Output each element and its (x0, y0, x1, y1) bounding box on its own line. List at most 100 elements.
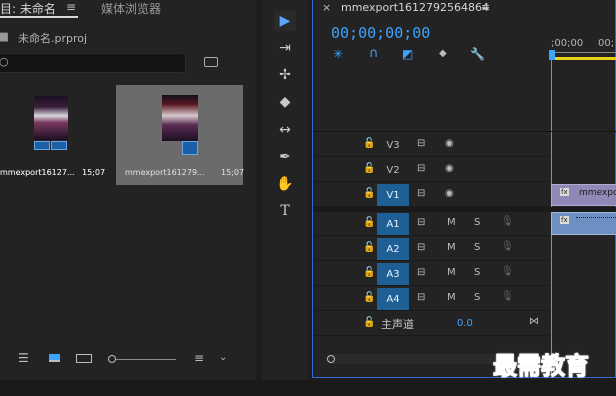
clip-type-badge-icon (182, 141, 198, 155)
sync-lock-icon[interactable]: ⊟ (417, 242, 425, 253)
sync-lock-icon[interactable]: ⊟ (417, 292, 425, 303)
track-label[interactable]: V3 (377, 134, 409, 156)
track-a3[interactable]: 🔓 A3 ⊟ M S 🎙 (313, 262, 549, 286)
chevron-down-icon[interactable]: ⌄ (219, 352, 227, 363)
eye-icon[interactable]: ◉ (445, 188, 454, 199)
go-to-end-icon[interactable]: ⋈ (529, 316, 539, 327)
master-volume-value[interactable]: 0.0 (457, 318, 473, 329)
ruler-label: 00; (598, 38, 615, 49)
clip-duration: 15;07 (221, 168, 245, 177)
eye-icon[interactable]: ◉ (445, 138, 454, 149)
tab-media-browser[interactable]: 媒体浏览器 (101, 0, 161, 17)
sync-lock-icon[interactable]: ⊟ (417, 138, 425, 149)
status-bar (0, 380, 616, 396)
track-v2[interactable]: 🔓 V2 ⊟ ◉ (313, 158, 549, 182)
video-badge-icon (34, 141, 50, 150)
wrench-icon[interactable]: 🔧 (470, 47, 485, 61)
sync-lock-icon[interactable]: ⊟ (417, 217, 425, 228)
pen-tool[interactable]: ✒ (274, 147, 296, 167)
razor-tool[interactable]: ◆ (274, 92, 296, 112)
track-label[interactable]: A2 (377, 238, 409, 260)
microphone-icon[interactable]: 🎙 (501, 291, 514, 302)
freeform-view-icon[interactable] (76, 354, 92, 363)
track-master[interactable]: 🔓 主声道 0.0 ⋈ (313, 312, 549, 336)
close-icon[interactable]: × (322, 1, 331, 14)
solo-button[interactable]: S (474, 267, 480, 278)
zoom-slider[interactable] (116, 359, 176, 360)
track-a1[interactable]: 🔓 A1 ⊟ M S 🎙 (313, 212, 549, 236)
sync-lock-icon[interactable]: ⊟ (417, 188, 425, 199)
lock-icon[interactable]: 🔓 (363, 138, 375, 149)
lock-icon[interactable]: 🔓 (363, 242, 375, 253)
slip-tool[interactable]: ↔ (274, 120, 296, 140)
track-v1[interactable]: 🔓 V1 ⊟ ◉ (313, 183, 549, 207)
solo-button[interactable]: S (474, 242, 480, 253)
lock-icon[interactable]: 🔓 (363, 267, 375, 278)
fx-badge-icon: fx (560, 216, 569, 224)
clip-thumbnail-2[interactable]: mmexport161279... 15;07 (116, 85, 245, 185)
horizontal-scrollbar[interactable] (325, 354, 505, 364)
new-search-bin-icon[interactable] (204, 57, 218, 67)
timeline-panel: × mmexport1612792564864 ≡ 00;00;00;00 ✳ … (312, 0, 616, 378)
playhead-handle[interactable] (549, 50, 555, 60)
mute-button[interactable]: M (447, 242, 456, 253)
marker-icon[interactable]: ◆ (439, 48, 447, 59)
eye-icon[interactable]: ◉ (445, 163, 454, 174)
scrollbar-handle[interactable] (327, 355, 335, 363)
solo-button[interactable]: S (474, 292, 480, 303)
lock-icon[interactable]: 🔓 (363, 317, 375, 328)
ripple-edit-tool[interactable]: ✢ (274, 65, 296, 85)
track-label[interactable]: A1 (377, 213, 409, 235)
hand-tool[interactable]: ✋ (274, 174, 296, 194)
microphone-icon[interactable]: 🎙 (501, 266, 514, 277)
track-a2[interactable]: 🔓 A2 ⊟ M S 🎙 (313, 237, 549, 261)
mute-button[interactable]: M (447, 267, 456, 278)
list-view-icon[interactable]: ☰ (18, 351, 29, 365)
project-bottom-bar: ☰ ≡ ⌄ (0, 340, 256, 380)
track-a4[interactable]: 🔓 A4 ⊟ M S 🎙 (313, 287, 549, 311)
add-marker-icon[interactable]: ◩ (402, 47, 413, 61)
mute-button[interactable]: M (447, 292, 456, 303)
clip-thumbnail-1[interactable]: mmexport16127... 15;07 (0, 85, 112, 177)
lock-icon[interactable]: 🔓 (363, 292, 375, 303)
sort-icon[interactable]: ≡ (194, 351, 204, 365)
lock-icon[interactable]: 🔓 (363, 188, 375, 199)
lock-icon[interactable]: 🔓 (363, 217, 375, 228)
audio-badge-icon (51, 141, 67, 150)
microphone-icon[interactable]: 🎙 (501, 241, 514, 252)
track-v3[interactable]: 🔓 V3 ⊟ ◉ (313, 133, 549, 157)
search-input[interactable]: ○ (0, 53, 186, 73)
selection-tool[interactable]: ▶ (274, 11, 296, 31)
time-ruler[interactable] (549, 52, 616, 53)
project-panel: 目: 未命名 ≡ 媒体浏览器 ▆ 未命名.prproj ○ mmexport16… (0, 0, 256, 380)
microphone-icon[interactable]: 🎙 (501, 216, 514, 227)
icon-view-icon[interactable] (49, 354, 60, 362)
lock-icon[interactable]: 🔓 (363, 163, 375, 174)
hamburger-icon[interactable]: ≡ (481, 1, 490, 14)
timecode[interactable]: 00;00;00;00 (331, 24, 430, 42)
snap-icon[interactable]: ✳ (333, 47, 343, 61)
sync-lock-icon[interactable]: ⊟ (417, 267, 425, 278)
active-tab-underline (0, 16, 78, 18)
fx-badge-icon: fx (560, 188, 569, 196)
project-file-label: 未命名.prproj (18, 32, 88, 45)
watermark: 最需教育 (493, 351, 590, 381)
video-clip[interactable]: fx mmexport (551, 184, 616, 206)
linked-selection-icon[interactable]: ∩ (369, 46, 379, 61)
track-label[interactable]: V1 (377, 184, 409, 206)
sequence-name[interactable]: mmexport1612792564864 (341, 1, 489, 14)
mute-button[interactable]: M (447, 217, 456, 228)
tab-project[interactable]: 目: 未命名 (0, 0, 56, 17)
audio-clip[interactable]: fx (551, 212, 616, 235)
search-icon: ○ (0, 55, 9, 68)
track-select-tool[interactable]: ⇥ (274, 38, 296, 58)
track-label[interactable]: V2 (377, 159, 409, 181)
track-label[interactable]: A3 (377, 263, 409, 285)
hamburger-icon[interactable]: ≡ (66, 0, 76, 14)
work-area-bar[interactable] (549, 57, 616, 60)
type-tool[interactable]: T (274, 201, 296, 221)
track-label[interactable]: A4 (377, 288, 409, 310)
sync-lock-icon[interactable]: ⊟ (417, 163, 425, 174)
solo-button[interactable]: S (474, 217, 480, 228)
zoom-slider-handle[interactable] (108, 355, 116, 363)
